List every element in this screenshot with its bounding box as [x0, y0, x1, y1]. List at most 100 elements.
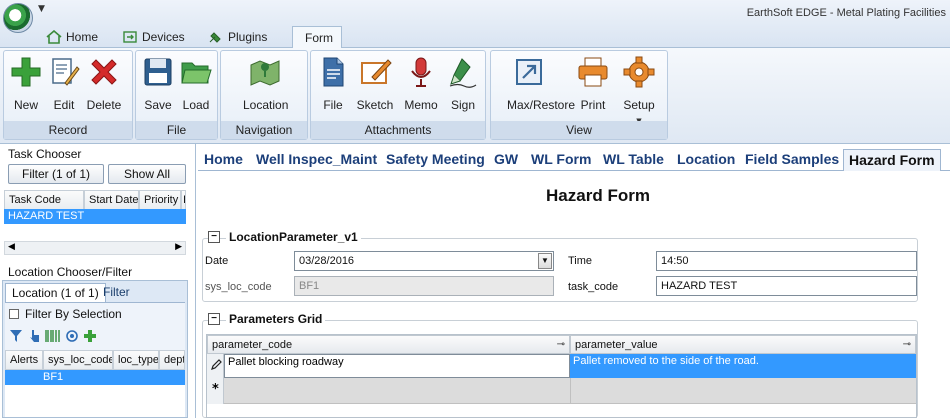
pin-icon[interactable]: ⊸ [557, 336, 565, 354]
task-code-field[interactable]: HAZARD TEST [656, 276, 917, 296]
ribbon-group-file: Save Load File [135, 50, 218, 140]
group-label-navigation: Navigation [221, 121, 307, 139]
plus-icon [11, 57, 41, 87]
home-icon [46, 30, 62, 44]
plug-icon [209, 32, 221, 43]
tab-location[interactable]: Location [677, 151, 735, 167]
tab-filter[interactable]: Filter [97, 283, 136, 303]
button-label: Setup [623, 98, 655, 112]
table-row-cell-parameter-value[interactable]: Pallet removed to the side of the road. [570, 354, 916, 378]
column-header-parameter-value[interactable]: parameter_value ⊸ [570, 335, 916, 354]
edit-button[interactable]: Edit [42, 55, 86, 117]
devices-icon [123, 31, 137, 43]
signature-pen-icon [449, 58, 477, 88]
collapse-icon[interactable]: − [208, 231, 220, 243]
column-header[interactable]: depth [159, 350, 185, 370]
column-header[interactable]: loc_type [113, 350, 159, 370]
sketch-button[interactable]: Sketch [353, 55, 397, 117]
gps-icon[interactable] [65, 329, 79, 343]
column-header-parameter-code[interactable]: parameter_code ⊸ [207, 335, 570, 354]
tab-location[interactable]: Location (1 of 1) [5, 283, 106, 303]
filter-by-selection-label: Filter By Selection [25, 307, 122, 321]
date-label: Date [205, 255, 229, 267]
row-edit-indicator[interactable] [207, 354, 224, 378]
button-label: Print [580, 98, 606, 112]
add-location-icon[interactable] [83, 329, 97, 343]
column-header[interactable]: Start Date [84, 190, 139, 210]
print-button[interactable]: Print [571, 55, 615, 117]
location-button[interactable]: Location [243, 55, 288, 117]
barcode-icon[interactable] [45, 330, 61, 342]
maximize-icon [516, 59, 542, 85]
group-label-file: File [136, 121, 217, 139]
parameter-code-value: Pallet blocking roadway [228, 356, 344, 368]
tab-safety-meeting[interactable]: Safety Meeting [386, 151, 485, 167]
show-all-button[interactable]: Show All [108, 164, 186, 184]
parameters-grid: parameter_code ⊸ parameter_value ⊸ Palle… [206, 334, 917, 418]
ribbon-group-view: Max/Restore Print Setup ▼ View [490, 50, 668, 140]
ribbon-tab-form[interactable]: Form [292, 26, 342, 48]
collapse-icon[interactable]: − [208, 313, 220, 325]
date-combo[interactable]: 03/28/2016 ▼ [294, 251, 554, 271]
section-title-text: Parameters Grid [229, 312, 323, 326]
task-grid-header: Task Code Start Date Priority I [4, 190, 186, 210]
filter-button[interactable]: Filter (1 of 1) [8, 164, 104, 184]
max-restore-button[interactable]: Max/Restore [507, 55, 575, 117]
task-chooser-title: Task Chooser [8, 147, 82, 161]
load-button[interactable]: Load [174, 55, 218, 117]
file-button[interactable]: File [311, 55, 355, 117]
button-label: Sketch [356, 98, 394, 112]
column-divider [570, 378, 571, 404]
column-header-text: parameter_code [212, 339, 293, 351]
tab-wl-table[interactable]: WL Table [603, 151, 664, 167]
filter-by-selection-checkbox[interactable] [9, 309, 19, 319]
time-label: Time [568, 255, 593, 267]
quick-access-dropdown-icon[interactable]: ▼ [38, 4, 45, 14]
location-chooser-panel: Location (1 of 1) Filter Filter By Selec… [2, 280, 188, 418]
setup-button[interactable]: Setup ▼ [617, 55, 661, 125]
tab-home[interactable]: Home [204, 151, 243, 167]
ribbon-tab-home[interactable]: Home [38, 26, 106, 48]
floppy-disk-icon [144, 58, 172, 86]
scroll-left-icon[interactable]: ◀ [8, 242, 15, 252]
tab-wl-form[interactable]: WL Form [531, 151, 591, 167]
group-label-record: Record [4, 121, 132, 139]
sys-loc-code-field: BF1 [294, 276, 554, 296]
form-title: Hazard Form [546, 186, 650, 205]
tab-well-inspec-maint[interactable]: Well Inspec_Maint [256, 151, 377, 167]
table-row-cell-parameter-code[interactable]: Pallet blocking roadway [224, 354, 570, 378]
file-icon [323, 57, 344, 87]
delete-button[interactable]: Delete [82, 55, 126, 117]
time-field[interactable]: 14:50 [656, 251, 917, 271]
table-row[interactable]: BF1 [5, 370, 185, 385]
new-row-indicator[interactable]: * [207, 378, 224, 404]
scroll-right-icon[interactable]: ▶ [175, 242, 182, 252]
dropdown-arrow-icon[interactable]: ▼ [538, 253, 552, 269]
ribbon-tab-label: Form [305, 31, 333, 45]
memo-button[interactable]: Memo [399, 55, 443, 117]
horizontal-scrollbar[interactable]: ◀ ▶ [4, 241, 186, 255]
sign-button[interactable]: Sign [441, 55, 485, 117]
funnel-filter-icon[interactable] [9, 329, 23, 343]
table-row[interactable]: HAZARD TEST [4, 209, 186, 224]
button-label: Sign [450, 98, 476, 112]
column-header[interactable]: I [181, 190, 186, 210]
app-logo-icon[interactable] [3, 3, 33, 33]
column-header[interactable]: Alerts [5, 350, 43, 370]
pin-icon[interactable]: ⊸ [903, 336, 911, 354]
ribbon-tab-plugins[interactable]: Plugins [200, 26, 275, 48]
tab-gw[interactable]: GW [494, 151, 518, 167]
tab-field-samples[interactable]: Field Samples [745, 151, 839, 167]
parameters-grid-section-title: − Parameters Grid [208, 312, 326, 326]
location-chooser-title: Location Chooser/Filter [8, 265, 133, 279]
tab-hazard-form[interactable]: Hazard Form [843, 149, 941, 171]
column-header[interactable]: sys_loc_code [43, 350, 113, 370]
location-grid-header: Alerts sys_loc_code loc_type depth [5, 350, 185, 370]
new-row[interactable] [224, 378, 916, 404]
hand-pointer-icon[interactable] [29, 329, 41, 343]
column-header[interactable]: Task Code [4, 190, 84, 210]
section-title-text: LocationParameter_v1 [229, 230, 358, 244]
column-header[interactable]: Priority [139, 190, 181, 210]
sys-loc-code-label: sys_loc_code [205, 281, 272, 293]
ribbon-tab-devices[interactable]: Devices [114, 26, 193, 48]
